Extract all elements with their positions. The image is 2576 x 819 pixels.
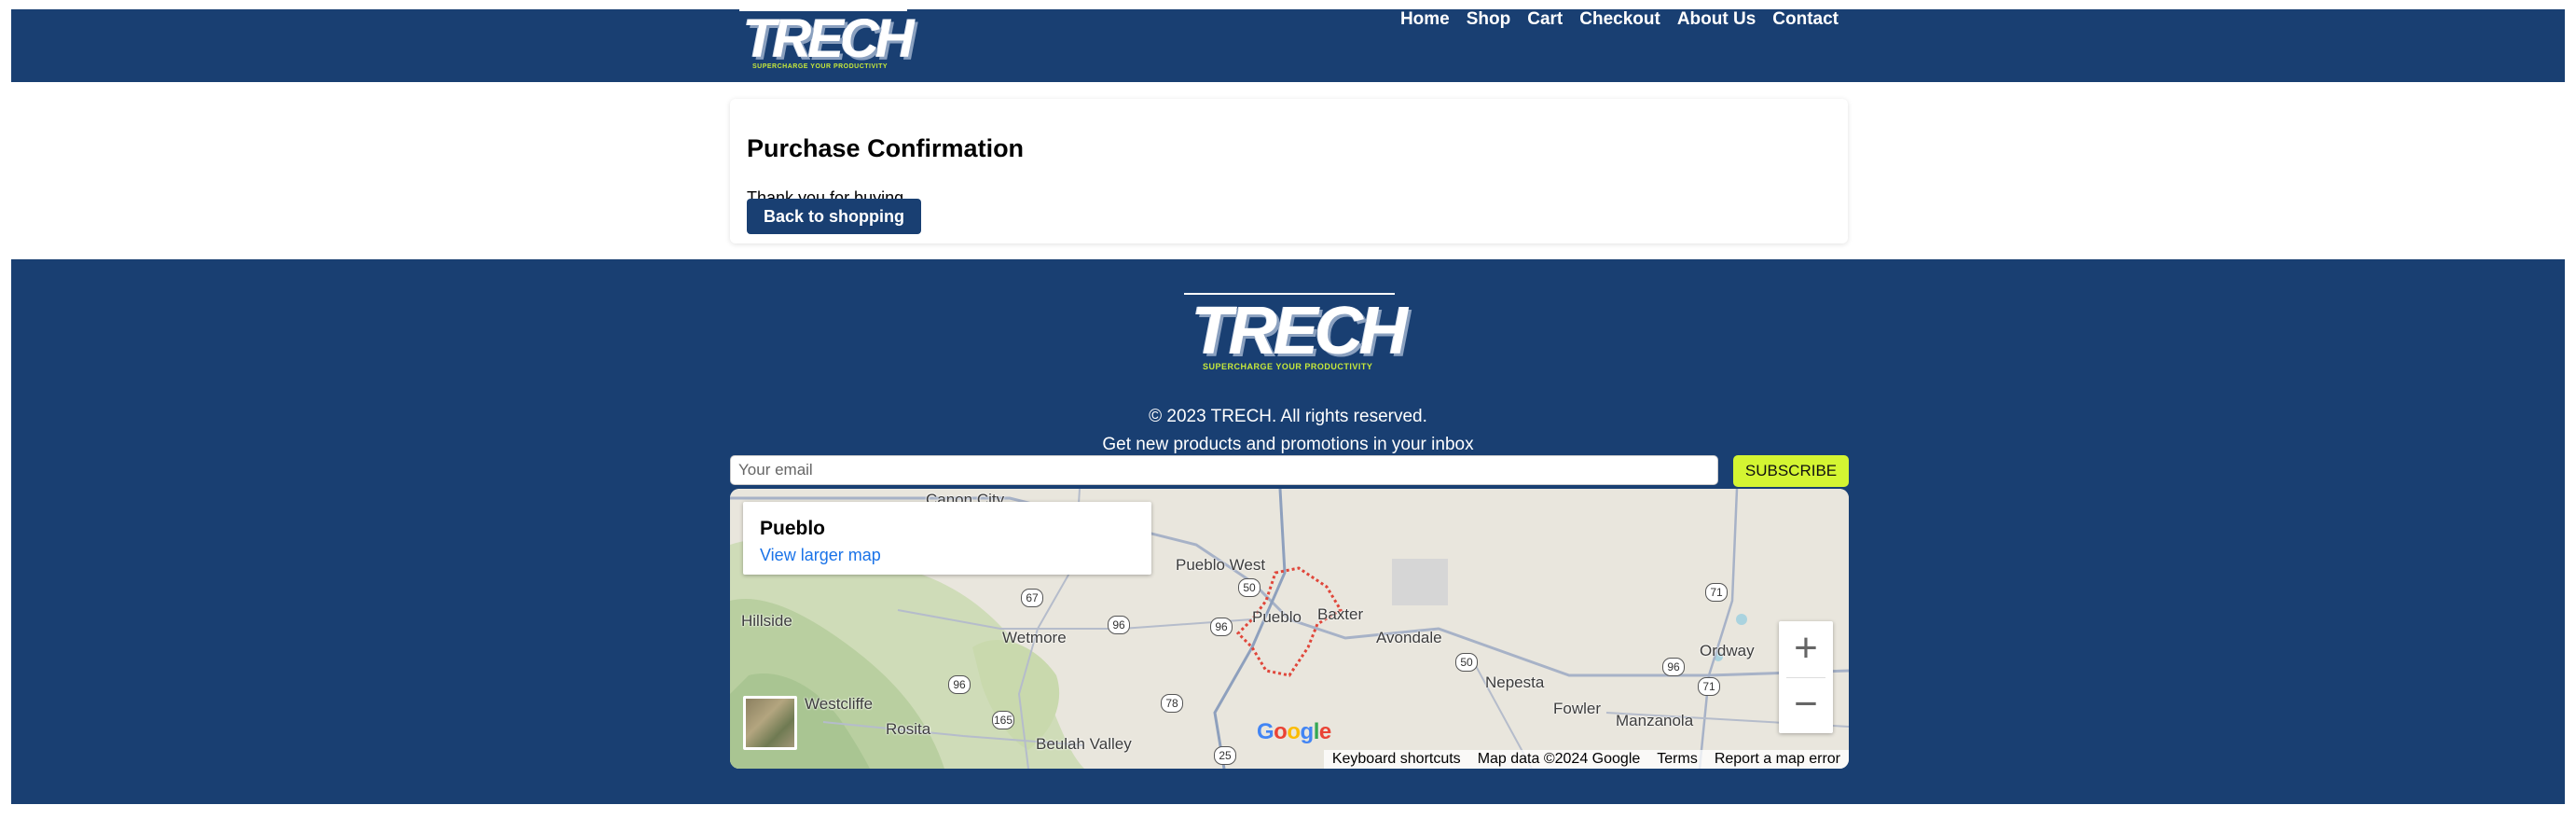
route-shield: 78 (1161, 694, 1183, 713)
email-field[interactable] (730, 455, 1718, 485)
map-zoom-control: + − (1779, 621, 1833, 733)
zoom-in-button[interactable]: + (1779, 621, 1833, 675)
map-attribution-bar: Keyboard shortcuts Map data ©2024 Google… (1323, 750, 1849, 769)
route-shield: 96 (1662, 658, 1685, 676)
copyright-text: © 2023 TRECH. All rights reserved. (1149, 407, 1427, 426)
route-shield: 50 (1238, 578, 1260, 597)
confirmation-card: Purchase Confirmation Thank you for buyi… (730, 99, 1848, 243)
embedded-map[interactable]: Canon City Pueblo West Pueblo Baxter Hil… (730, 489, 1849, 769)
page-title: Purchase Confirmation (747, 134, 1025, 162)
logo-wordmark: TRECH (743, 8, 915, 69)
map-label-manzanola: Manzanola (1616, 712, 1694, 729)
map-label-baxter: Baxter (1317, 605, 1364, 623)
route-shield: 25 (1214, 746, 1236, 765)
footer-logo-wordmark: TRECH (1192, 294, 1408, 368)
route-shield: 67 (1021, 589, 1043, 607)
footer-logo-tagline: SUPERCHARGE YOUR PRODUCTIVITY (1203, 362, 1373, 371)
back-to-shopping-button[interactable]: Back to shopping (747, 199, 921, 234)
map-info-card: Pueblo View larger map (743, 502, 1151, 575)
map-label-rosita: Rosita (886, 720, 931, 738)
terms-link[interactable]: Terms (1648, 751, 1706, 768)
route-shield: 71 (1705, 583, 1728, 602)
nav-home[interactable]: Home (1400, 9, 1450, 30)
map-label-wetmore: Wetmore (1002, 629, 1067, 646)
map-label-pueblo: Pueblo (1252, 608, 1302, 626)
map-label-hillside: Hillside (741, 612, 792, 630)
route-shield: 50 (1455, 653, 1478, 672)
footer-logo[interactable]: TRECH SUPERCHARGE YOUR PRODUCTIVITY (1184, 293, 1408, 379)
site-header: TRECH SUPERCHARGE YOUR PRODUCTIVITY Home… (11, 9, 2565, 82)
map-label-nepesta: Nepesta (1485, 673, 1545, 691)
nav-cart[interactable]: Cart (1527, 9, 1563, 30)
site-footer: TRECH SUPERCHARGE YOUR PRODUCTIVITY © 20… (11, 259, 2565, 804)
google-logo: Google (1257, 719, 1331, 744)
view-larger-map-link[interactable]: View larger map (760, 546, 881, 565)
map-label-ordway: Ordway (1700, 642, 1755, 659)
map-label-westcliffe: Westcliffe (805, 695, 874, 713)
map-place-name: Pueblo (760, 518, 826, 539)
route-shield: 165 (992, 711, 1014, 729)
report-map-error-link[interactable]: Report a map error (1706, 751, 1849, 768)
route-shield: 96 (948, 675, 971, 694)
route-shield: 96 (1108, 616, 1130, 634)
nav-shop[interactable]: Shop (1467, 9, 1511, 30)
newsletter-promo: Get new products and promotions in your … (1102, 435, 1474, 454)
zoom-out-button[interactable]: − (1779, 677, 1833, 731)
header-logo[interactable]: TRECH SUPERCHARGE YOUR PRODUCTIVITY (739, 8, 915, 80)
map-label-fowler: Fowler (1553, 700, 1602, 717)
nav-checkout[interactable]: Checkout (1579, 9, 1660, 30)
keyboard-shortcuts-link[interactable]: Keyboard shortcuts (1324, 751, 1469, 768)
map-label-pueblo-west: Pueblo West (1176, 556, 1266, 574)
route-shield: 71 (1698, 677, 1720, 696)
subscribe-button[interactable]: SUBSCRIBE (1733, 455, 1849, 487)
nav-about-us[interactable]: About Us (1677, 9, 1756, 30)
logo-tagline: SUPERCHARGE YOUR PRODUCTIVITY (752, 63, 889, 70)
route-shield: 96 (1210, 618, 1233, 636)
main-nav: Home Shop Cart Checkout About Us Contact (1400, 9, 1839, 30)
nav-contact[interactable]: Contact (1772, 9, 1839, 30)
map-label-beulah-valley: Beulah Valley (1036, 735, 1132, 753)
map-label-avondale: Avondale (1376, 629, 1442, 646)
map-data-credit: Map data ©2024 Google (1477, 751, 1641, 767)
satellite-toggle-button[interactable] (743, 696, 797, 750)
